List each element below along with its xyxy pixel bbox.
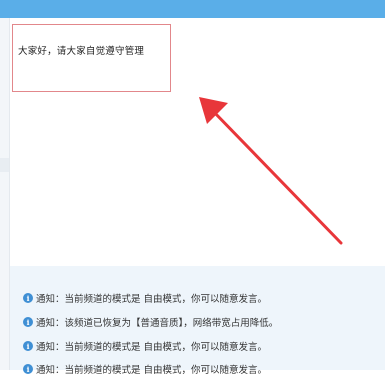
info-icon: i bbox=[23, 293, 33, 303]
info-icon: i bbox=[23, 317, 33, 327]
top-bar bbox=[0, 0, 385, 18]
notice-item: i 通知： 该频道已恢复为【普通音质】，网络带宽占用降低。 bbox=[23, 315, 278, 329]
notice-item: i 通知： 当前频道的模式是 自由模式，你可以随意发言。 bbox=[23, 339, 267, 353]
notice-prefix: 通知： bbox=[36, 342, 65, 353]
info-icon: i bbox=[23, 364, 33, 374]
announcement-highlight-box bbox=[12, 24, 171, 92]
notice-prefix: 通知： bbox=[36, 365, 65, 376]
notice-text: 当前频道的模式是 自由模式，你可以随意发言。 bbox=[64, 365, 268, 376]
left-sidebar-strip bbox=[0, 18, 10, 370]
notice-text: 当前频道的模式是 自由模式，你可以随意发言。 bbox=[64, 342, 268, 353]
notice-text: 该频道已恢复为【普通音质】，网络带宽占用降低。 bbox=[64, 318, 279, 329]
notice-prefix: 通知： bbox=[36, 318, 65, 329]
notice-item: i 通知： 当前频道的模式是 自由模式，你可以随意发言。 bbox=[23, 362, 267, 376]
notice-prefix: 通知： bbox=[36, 294, 65, 305]
notice-text: 当前频道的模式是 自由模式，你可以随意发言。 bbox=[64, 294, 268, 305]
sidebar-scroll-mark bbox=[0, 158, 9, 172]
announcement-text: 大家好，请大家自觉遵守管理 bbox=[18, 46, 145, 57]
notice-item: i 通知： 当前频道的模式是 自由模式，你可以随意发言。 bbox=[23, 291, 267, 305]
info-icon: i bbox=[23, 341, 33, 351]
